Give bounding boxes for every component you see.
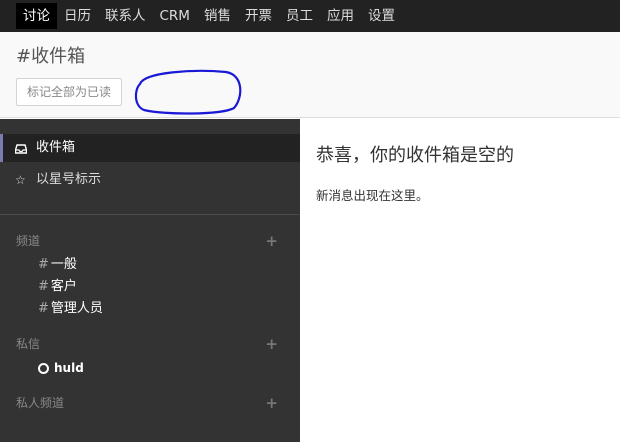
dm-header: 私信 + [16,335,284,353]
mark-all-read-button[interactable]: 标记全部为已读 [16,78,123,106]
private-channels-header-label: 私人频道 [16,396,65,410]
nav-discuss[interactable]: 讨论 [16,3,57,29]
nav-apps[interactable]: 应用 [320,3,361,29]
dm-header-label: 私信 [16,337,41,351]
channels-section: 频道 + # 一般 # 客户 # 管理人员 [16,232,284,320]
channel-label: 客户 [50,279,77,294]
channels-header-label: 频道 [16,234,41,248]
hash-icon: # [38,301,49,316]
offline-status-icon [38,362,49,374]
add-private-channel-icon[interactable]: + [265,394,278,412]
hash-icon: # [38,279,49,294]
sidebar-divider [0,214,300,215]
sidebar-item-label: 以星号标示 [36,172,102,187]
sidebar-item-starred[interactable]: ☆ 以星号标示 [0,166,300,194]
nav-crm[interactable]: CRM [153,3,197,29]
nav-employees[interactable]: 员工 [279,3,320,29]
sidebar-item-label: 收件箱 [36,140,76,155]
channel-label: 一般 [50,257,77,272]
nav-sales[interactable]: 销售 [197,3,238,29]
nav-calendar[interactable]: 日历 [57,3,98,29]
empty-inbox-title: 恭喜，你的收件箱是空的 [316,145,514,166]
page-title: #收件箱 [16,46,86,67]
add-channel-icon[interactable]: + [265,232,278,250]
private-channels-section: 私人频道 + [16,394,284,412]
channel-label: 管理人员 [50,301,103,316]
inbox-icon [14,134,29,162]
private-channels-header: 私人频道 + [16,394,284,412]
add-dm-icon[interactable]: + [265,335,278,353]
sidebar-item-inbox[interactable]: 收件箱 [0,134,300,162]
dm-name: huld [54,361,84,375]
control-panel: #收件箱 标记全部为已读 [0,32,620,118]
star-icon: ☆ [15,173,26,187]
hash-icon: # [38,257,49,272]
nav-settings[interactable]: 设置 [361,3,402,29]
nav-invoicing[interactable]: 开票 [238,3,279,29]
channels-header: 频道 + [16,232,284,250]
channel-item[interactable]: # 一般 [16,254,284,276]
dm-section: 私信 + huld [16,335,284,379]
empty-inbox-text: 新消息出现在这里。 [316,188,429,203]
main-content: 恭喜，你的收件箱是空的 新消息出现在这里。 [300,119,620,442]
top-navbar: 讨论 日历 联系人 CRM 销售 开票 员工 应用 设置 [0,0,620,32]
sidebar: 收件箱 ☆ 以星号标示 频道 + # 一般 # 客户 # 管理人员 私信 + huld… [0,119,300,442]
channel-item[interactable]: # 客户 [16,276,284,298]
nav-contacts[interactable]: 联系人 [98,3,153,29]
dm-item[interactable]: huld [16,357,284,379]
channel-item[interactable]: # 管理人员 [16,298,284,320]
